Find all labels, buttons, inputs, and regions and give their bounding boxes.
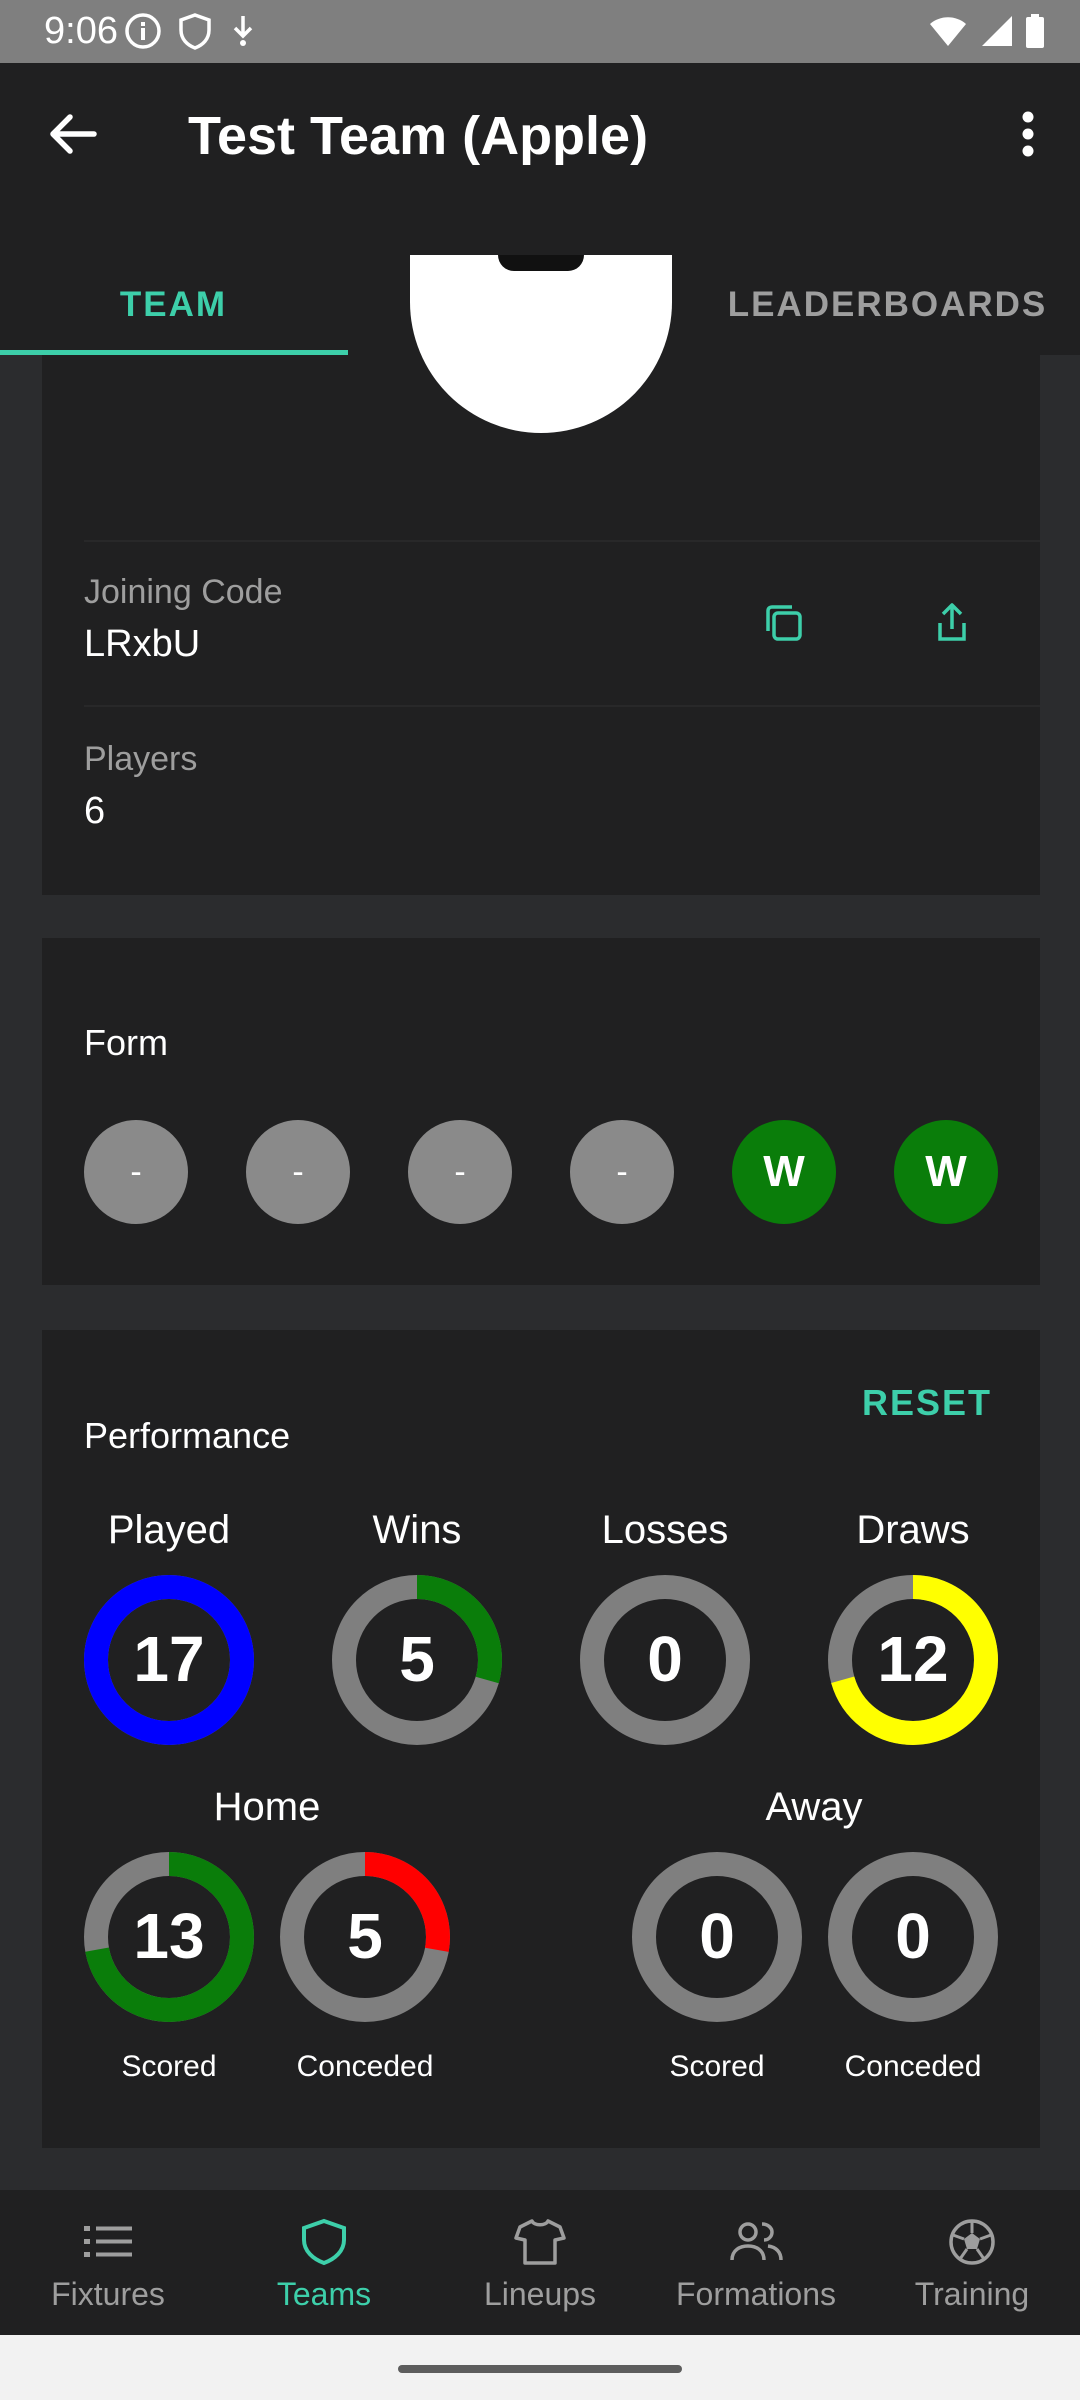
form-result-win: W [894,1120,998,1224]
page-title: Test Team (Apple) [188,106,649,166]
performance-card: Performance RESET Played Wins Losses Dra… [42,1330,1040,2148]
status-time: 9:06 [44,10,118,52]
football-icon [949,2219,995,2265]
away-conceded-value: 0 [895,1900,931,1972]
shield-status-icon [179,13,211,50]
share-icon[interactable] [922,593,982,653]
info-icon [125,13,161,49]
team-logo [410,255,672,433]
form-card: Form - - - - W W [42,938,1040,1285]
nav-label: Fixtures [51,2276,165,2312]
wins-value: 5 [399,1623,435,1695]
tab-leaderboards[interactable]: LEADERBOARDS [695,263,1080,355]
data-saver-icon [233,16,253,46]
stat-label: Draws [856,1508,970,1552]
home-label: Home [213,1785,321,1829]
form-result: - [408,1120,512,1224]
copy-icon[interactable] [754,593,814,653]
gesture-bar [0,2335,1080,2400]
nav-label: Training [914,2276,1030,2312]
joining-code-label: Joining Code [84,573,283,611]
shield-icon [302,2218,346,2266]
home-conceded-value: 5 [347,1900,383,1972]
form-result: - [246,1120,350,1224]
home-gesture-handle[interactable] [398,2365,682,2373]
status-bar: 9:06 [0,0,1080,63]
joining-code-value: LRxbU [84,623,201,665]
more-options-icon[interactable] [998,101,1058,167]
played-value: 17 [133,1623,205,1695]
divider [84,540,1040,542]
tab-team[interactable]: TEAM [0,263,347,355]
wifi-icon [930,17,966,46]
back-arrow-icon[interactable] [40,101,106,167]
away-label: Away [765,1785,863,1829]
home-conceded-label: Conceded [296,2050,434,2083]
people-icon [730,2222,783,2261]
away-conceded-label: Conceded [844,2050,982,2083]
nav-formations[interactable]: Formations [648,2190,864,2335]
apple-logo-icon [498,255,584,271]
nav-lineups[interactable]: Lineups [432,2190,648,2335]
form-title: Form [84,1022,168,1063]
reset-button[interactable]: RESET [862,1382,992,1424]
stat-label: Played [107,1508,231,1552]
nav-label: Formations [675,2276,837,2312]
nav-label: Lineups [483,2276,597,2312]
nav-fixtures[interactable]: Fixtures [0,2190,216,2335]
away-scored-value: 0 [699,1900,735,1972]
nav-training[interactable]: Training [864,2190,1080,2335]
stat-played: Played [84,1508,254,1553]
form-result: - [84,1120,188,1224]
stat-losses: Losses [580,1508,750,1553]
shirt-icon [514,2219,566,2265]
form-result: - [570,1120,674,1224]
stat-draws: Draws [828,1508,998,1553]
list-icon [84,2226,132,2257]
signal-icon [982,16,1012,46]
form-result-win: W [732,1120,836,1224]
stat-label: Losses [601,1508,729,1552]
players-value: 6 [84,790,106,832]
battery-icon [1026,14,1044,48]
players-label: Players [84,740,198,778]
bottom-navigation: Fixtures Teams Lineups Formations Traini… [0,2190,1080,2335]
draws-value: 12 [877,1623,949,1695]
performance-title: Performance [84,1415,291,1456]
home-scored-value: 13 [133,1900,205,1972]
form-results: - - - - W W [84,1120,999,1224]
stat-wins: Wins [332,1508,502,1553]
nav-label: Teams [276,2276,372,2312]
losses-value: 0 [647,1623,683,1695]
team-info-card: Joining Code LRxbU Players 6 [42,255,1040,895]
nav-teams[interactable]: Teams [216,2190,432,2335]
divider [84,705,1040,707]
stat-label: Wins [372,1508,462,1552]
